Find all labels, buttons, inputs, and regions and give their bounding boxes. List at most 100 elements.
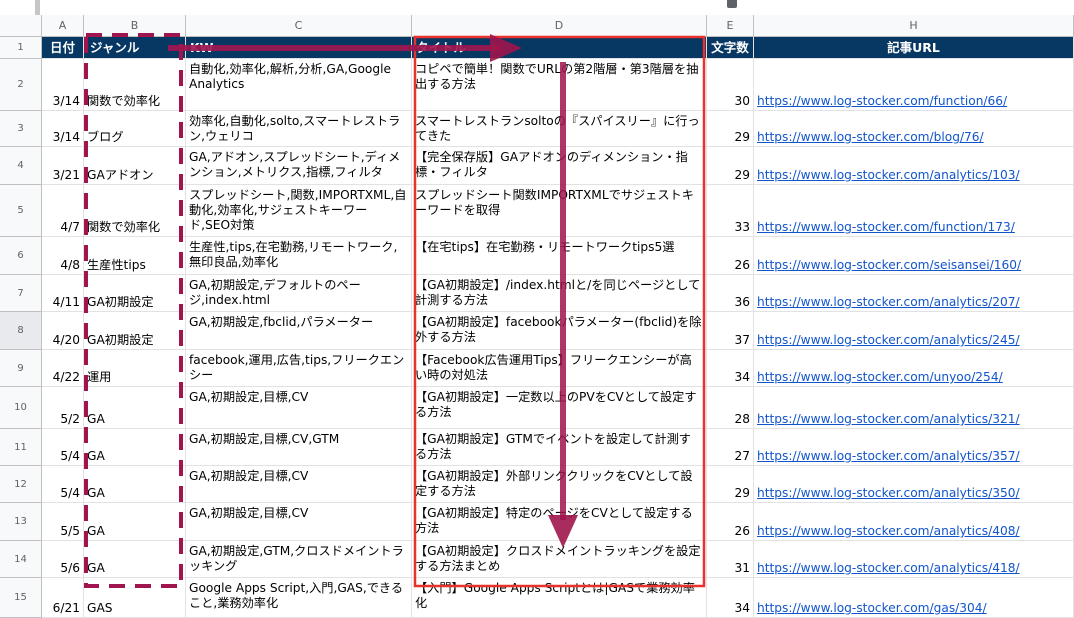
cell-chars[interactable]: 29 xyxy=(707,466,754,503)
cell-chars[interactable]: 31 xyxy=(707,541,754,578)
row-header[interactable]: 4 xyxy=(0,147,42,185)
cell-genre[interactable]: GA xyxy=(84,503,186,541)
header-cell-kw[interactable]: KW xyxy=(186,37,412,59)
cell-chars[interactable]: 28 xyxy=(707,387,754,429)
article-link[interactable]: https://www.log-stocker.com/analytics/10… xyxy=(757,168,1070,183)
cell-date[interactable]: 4/11 xyxy=(42,275,84,312)
cell-url[interactable]: https://www.log-stocker.com/seisansei/16… xyxy=(754,237,1074,275)
cell-date[interactable]: 5/2 xyxy=(42,387,84,429)
cell-kw[interactable]: 効率化,自動化,solto,スマートレストラン,ウェリコ xyxy=(186,111,412,147)
column-header-a[interactable]: A xyxy=(42,15,84,37)
cell-genre[interactable]: GAアドオン xyxy=(84,147,186,185)
cell-url[interactable]: https://www.log-stocker.com/analytics/35… xyxy=(754,429,1074,466)
article-link[interactable]: https://www.log-stocker.com/seisansei/16… xyxy=(757,258,1070,273)
cell-url[interactable]: https://www.log-stocker.com/analytics/10… xyxy=(754,147,1074,185)
article-link[interactable]: https://www.log-stocker.com/blog/76/ xyxy=(757,130,1070,145)
cell-kw[interactable]: GA,アドオン,スプレッドシート,ディメンション,メトリクス,指標,フィルタ xyxy=(186,147,412,185)
cell-date[interactable]: 4/20 xyxy=(42,312,84,350)
cell-kw[interactable]: GA,初期設定,目標,CV xyxy=(186,503,412,541)
cell-url[interactable]: https://www.log-stocker.com/analytics/35… xyxy=(754,466,1074,503)
article-link[interactable]: https://www.log-stocker.com/analytics/20… xyxy=(757,295,1070,310)
cell-chars[interactable]: 30 xyxy=(707,59,754,111)
cell-chars[interactable]: 37 xyxy=(707,312,754,350)
cell-date[interactable]: 5/6 xyxy=(42,541,84,578)
cell-url[interactable]: https://www.log-stocker.com/analytics/41… xyxy=(754,541,1074,578)
header-cell-date[interactable]: 日付 xyxy=(42,37,84,59)
cell-kw[interactable]: GA,初期設定,GTM,クロスドメイントラッキング xyxy=(186,541,412,578)
column-header-d[interactable]: D xyxy=(412,15,707,37)
header-cell-title[interactable]: タイトル xyxy=(412,37,707,59)
cell-title[interactable]: スマートレストランsoltoの『スパイスリー』に行ってきた xyxy=(412,111,707,147)
cell-chars[interactable]: 29 xyxy=(707,111,754,147)
article-link[interactable]: https://www.log-stocker.com/analytics/32… xyxy=(757,412,1070,427)
article-link[interactable]: https://www.log-stocker.com/function/173… xyxy=(757,220,1070,235)
cell-url[interactable]: https://www.log-stocker.com/analytics/40… xyxy=(754,503,1074,541)
article-link[interactable]: https://www.log-stocker.com/function/66/ xyxy=(757,94,1070,109)
row-header[interactable]: 9 xyxy=(0,350,42,387)
cell-title[interactable]: 【GA初期設定】GTMでイベントを設定して計測する方法 xyxy=(412,429,707,466)
cell-genre[interactable]: 関数で効率化 xyxy=(84,185,186,237)
header-cell-chars[interactable]: 文字数 xyxy=(707,37,754,59)
cell-title[interactable]: 【GA初期設定】クロスドメイントラッキングを設定する方法まとめ xyxy=(412,541,707,578)
cell-genre[interactable]: GA xyxy=(84,387,186,429)
article-link[interactable]: https://www.log-stocker.com/analytics/40… xyxy=(757,524,1070,539)
article-link[interactable]: https://www.log-stocker.com/analytics/41… xyxy=(757,561,1070,576)
cell-chars[interactable]: 36 xyxy=(707,275,754,312)
cell-genre[interactable]: GA xyxy=(84,429,186,466)
cell-url[interactable]: https://www.log-stocker.com/gas/304/ xyxy=(754,578,1074,618)
cell-url[interactable]: https://www.log-stocker.com/function/66/ xyxy=(754,59,1074,111)
cell-kw[interactable]: 生産性,tips,在宅勤務,リモートワーク,無印良品,効率化 xyxy=(186,237,412,275)
column-resize-marker[interactable] xyxy=(727,0,737,8)
row-header[interactable]: 7 xyxy=(0,275,42,312)
cell-url[interactable]: https://www.log-stocker.com/unyoo/254/ xyxy=(754,350,1074,387)
article-link[interactable]: https://www.log-stocker.com/analytics/24… xyxy=(757,333,1070,348)
cell-date[interactable]: 5/4 xyxy=(42,429,84,466)
cell-chars[interactable]: 34 xyxy=(707,350,754,387)
cell-kw[interactable]: Google Apps Script,入門,GAS,できること,業務効率化 xyxy=(186,578,412,618)
cell-genre[interactable]: GA初期設定 xyxy=(84,312,186,350)
cell-url[interactable]: https://www.log-stocker.com/analytics/32… xyxy=(754,387,1074,429)
cell-date[interactable]: 4/8 xyxy=(42,237,84,275)
cell-chars[interactable]: 27 xyxy=(707,429,754,466)
cell-date[interactable]: 5/4 xyxy=(42,466,84,503)
cell-date[interactable]: 3/14 xyxy=(42,59,84,111)
cell-date[interactable]: 3/14 xyxy=(42,111,84,147)
row-header[interactable]: 10 xyxy=(0,387,42,429)
row-header[interactable]: 12 xyxy=(0,466,42,503)
cell-kw[interactable]: GA,初期設定,目標,CV,GTM xyxy=(186,429,412,466)
row-header[interactable]: 15 xyxy=(0,578,42,618)
cell-url[interactable]: https://www.log-stocker.com/blog/76/ xyxy=(754,111,1074,147)
cell-genre[interactable]: GA xyxy=(84,541,186,578)
cell-title[interactable]: 【Facebook広告運用Tips】フリークエンシーが高い時の対処法 xyxy=(412,350,707,387)
article-link[interactable]: https://www.log-stocker.com/analytics/35… xyxy=(757,486,1070,501)
cell-title[interactable]: スプレッドシート関数IMPORTXMLでサジェストキーワードを取得 xyxy=(412,185,707,237)
header-cell-url[interactable]: 記事URL xyxy=(754,37,1074,59)
cell-chars[interactable]: 26 xyxy=(707,503,754,541)
cell-title[interactable]: 【完全保存版】GAアドオンのディメンション・指標・フィルタ xyxy=(412,147,707,185)
row-header[interactable]: 1 xyxy=(0,37,42,59)
cell-chars[interactable]: 26 xyxy=(707,237,754,275)
cell-genre[interactable]: GA初期設定 xyxy=(84,275,186,312)
cell-chars[interactable]: 34 xyxy=(707,578,754,618)
cell-title[interactable]: 【GA初期設定】特定のページをCVとして設定する方法 xyxy=(412,503,707,541)
cell-genre[interactable]: 生産性tips xyxy=(84,237,186,275)
cell-chars[interactable]: 29 xyxy=(707,147,754,185)
article-link[interactable]: https://www.log-stocker.com/gas/304/ xyxy=(757,601,1070,616)
cell-url[interactable]: https://www.log-stocker.com/analytics/20… xyxy=(754,275,1074,312)
cell-title[interactable]: コピペで簡単！関数でURLの第2階層・第3階層を抽出する方法 xyxy=(412,59,707,111)
row-header[interactable]: 5 xyxy=(0,185,42,237)
cell-kw[interactable]: 自動化,効率化,解析,分析,GA,Google Analytics xyxy=(186,59,412,111)
cell-title[interactable]: 【在宅tips】在宅勤務・リモートワークtips5選 xyxy=(412,237,707,275)
header-cell-genre[interactable]: ジャンル xyxy=(84,37,186,59)
row-header[interactable]: 11 xyxy=(0,429,42,466)
cell-title[interactable]: 【入門】Google Apps Scriptとは|GASで業務効率化 xyxy=(412,578,707,618)
cell-date[interactable]: 5/5 xyxy=(42,503,84,541)
cell-kw[interactable]: GA,初期設定,fbclid,パラメーター xyxy=(186,312,412,350)
cell-url[interactable]: https://www.log-stocker.com/analytics/24… xyxy=(754,312,1074,350)
cell-kw[interactable]: facebook,運用,広告,tips,フリークエンシー xyxy=(186,350,412,387)
cell-kw[interactable]: GA,初期設定,目標,CV xyxy=(186,466,412,503)
row-header[interactable]: 2 xyxy=(0,59,42,111)
cell-date[interactable]: 3/21 xyxy=(42,147,84,185)
column-header-b[interactable]: B xyxy=(84,15,186,37)
cell-date[interactable]: 6/21 xyxy=(42,578,84,618)
